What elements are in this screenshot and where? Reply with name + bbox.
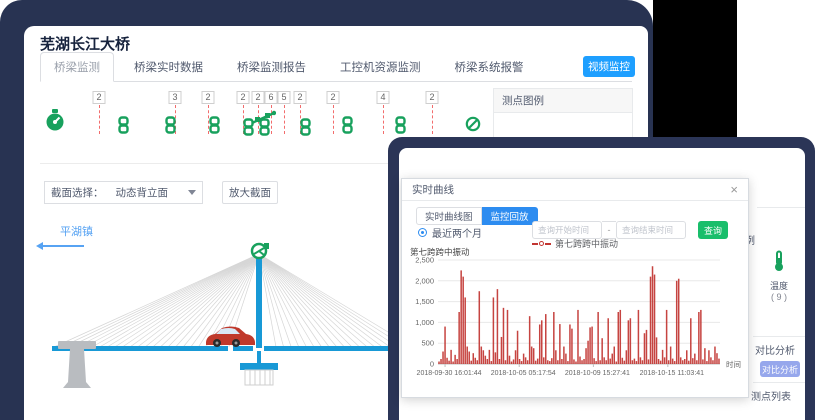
sensor-dotted-line	[333, 105, 334, 134]
sensor-dotted-line	[99, 105, 100, 134]
section-select-value: 动态背立面	[116, 185, 169, 200]
dialog-tabs: 实时曲线图 监控回放	[416, 207, 538, 225]
temperature-label: 温度	[753, 279, 805, 292]
svg-text:500: 500	[421, 339, 434, 348]
sensor-count-badge: 2	[93, 91, 106, 104]
svg-text:2018-09-30 16:01:44: 2018-09-30 16:01:44	[417, 370, 482, 377]
sidebar-divider	[757, 207, 805, 208]
link-icon[interactable]	[209, 116, 220, 139]
vibration-chart[interactable]: 第七跨跨中振动05001,0001,5002,0002,5002018-09-3…	[404, 245, 748, 388]
temperature-count: ( 9 )	[753, 292, 805, 302]
realtime-curve-dialog: 实时曲线 × 实时曲线图 监控回放 最近两个月 - 查询 第七跨跨中振动 第七跨…	[401, 178, 749, 398]
link-icon[interactable]	[300, 118, 311, 141]
bridge-diagram[interactable]	[30, 238, 416, 420]
sensor-count-badge: 2	[426, 91, 439, 104]
tab-monitor-playback[interactable]: 监控回放	[482, 207, 538, 225]
svg-text:2018-10-05 05:17:54: 2018-10-05 05:17:54	[491, 370, 556, 377]
compare-section-title: 对比分析	[755, 342, 795, 357]
link-icon[interactable]	[118, 116, 129, 139]
sensor-count-badge: 2	[294, 91, 307, 104]
svg-text:时间: 时间	[726, 359, 741, 369]
gauge-icon[interactable]	[44, 108, 66, 137]
ban-icon[interactable]	[465, 116, 481, 137]
bridge-side-label: 平湖镇	[60, 223, 93, 239]
sensor-count-badge: 3	[169, 91, 182, 104]
car	[206, 327, 255, 348]
page: 芜湖长江大桥 桥梁监测桥梁实时数据桥梁监测报告工控机资源监测桥梁系统报警 视频监…	[0, 0, 815, 420]
svg-text:2,000: 2,000	[415, 276, 434, 285]
link-icon[interactable]	[165, 116, 176, 139]
sensor-dotted-line	[383, 105, 384, 134]
sidebar-divider	[753, 336, 805, 337]
svg-text:2018-10-09 15:27:41: 2018-10-09 15:27:41	[565, 370, 630, 377]
svg-text:1,000: 1,000	[415, 318, 434, 327]
points-list-title: 测点列表	[751, 388, 791, 403]
sensor-dotted-line	[432, 105, 433, 134]
tab-realtime-curve[interactable]: 实时曲线图	[416, 207, 482, 225]
anemometer-top-icon[interactable]	[252, 243, 269, 258]
dialog-header: 实时曲线 ×	[402, 179, 748, 201]
link-icon[interactable]	[395, 116, 406, 139]
sensor-count-badge: 2	[327, 91, 340, 104]
link-icon[interactable]	[342, 116, 353, 139]
sensor-count-badge: 2	[237, 91, 250, 104]
legend-panel-header: 测点图例	[494, 89, 632, 113]
sensor-count-badge: 6	[265, 91, 278, 104]
section-select-group: 截面选择： 动态背立面	[44, 181, 203, 204]
bridge-foundation	[245, 370, 273, 385]
svg-text:0: 0	[430, 360, 434, 369]
temperature-item[interactable]: 温度 ( 9 )	[753, 250, 805, 302]
sensor-count-badge: 2	[202, 91, 215, 104]
zoom-section-button[interactable]: 放大截面	[222, 181, 278, 204]
section-select[interactable]: 动态背立面	[110, 185, 202, 200]
caret-down-icon	[188, 190, 196, 195]
sensor-count-badge: 5	[278, 91, 291, 104]
sidebar-divider	[753, 382, 805, 383]
radio-icon	[418, 228, 427, 237]
bridge-tower	[256, 258, 262, 348]
legend-panel-title: 测点图例	[502, 93, 544, 108]
bridge-pier	[58, 341, 96, 388]
svg-text:2018-10-15 11:03:41: 2018-10-15 11:03:41	[640, 370, 705, 377]
compare-button[interactable]: 对比分析	[760, 361, 800, 377]
link-icon[interactable]	[259, 118, 270, 141]
dialog-title: 实时曲线	[412, 182, 454, 197]
sensor-dotted-line	[284, 105, 285, 134]
svg-text:1,500: 1,500	[415, 297, 434, 306]
sensor-count-badge: 2	[252, 91, 265, 104]
close-icon[interactable]: ×	[730, 183, 738, 196]
sensor-count-badge: 4	[377, 91, 390, 104]
section-select-label: 截面选择：	[45, 185, 110, 200]
svg-text:2,500: 2,500	[415, 256, 434, 265]
black-region	[653, 0, 737, 140]
thermometer-icon	[772, 250, 786, 272]
